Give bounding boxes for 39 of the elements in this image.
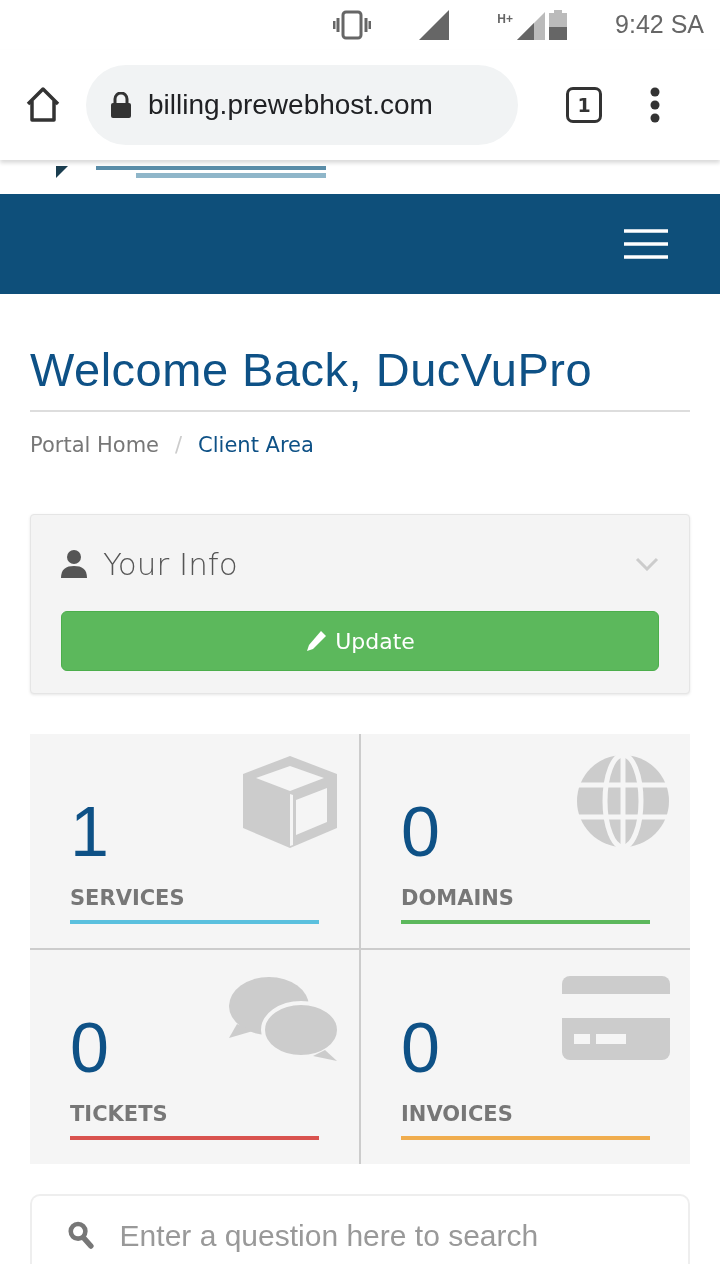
- user-icon: [61, 550, 87, 579]
- credit-card-icon: [562, 976, 670, 1061]
- battery-icon: [549, 10, 568, 40]
- chat-bubbles-icon: [229, 976, 339, 1063]
- tab-count[interactable]: 1: [566, 87, 602, 123]
- url-text: billing.prewebhost.com: [148, 88, 433, 122]
- lock-icon: [110, 92, 132, 118]
- stat-tile[interactable]: 0 INVOICES: [361, 950, 690, 1165]
- signal-icon: [517, 12, 546, 40]
- stat-label: DOMAINS: [401, 884, 515, 912]
- stat-count: 1: [70, 796, 110, 867]
- stat-tile[interactable]: 0 DOMAINS: [361, 734, 690, 949]
- stat-label: SERVICES: [70, 884, 186, 912]
- address-bar[interactable]: billing.prewebhost.com: [86, 65, 518, 145]
- stat-label: INVOICES: [401, 1100, 514, 1128]
- search-icon: [68, 1220, 94, 1251]
- clock-time: 9:42 SA: [615, 9, 704, 41]
- home-icon[interactable]: [24, 86, 62, 124]
- stat-tile[interactable]: 0 TICKETS: [30, 950, 359, 1165]
- pencil-icon: [305, 630, 328, 653]
- breadcrumb-link[interactable]: Portal Home: [30, 430, 160, 462]
- breadcrumb-separator: /: [175, 432, 183, 460]
- box-icon: [241, 754, 339, 851]
- search-box[interactable]: Enter a question here to search: [30, 1194, 690, 1265]
- vibrate-icon: [333, 10, 372, 40]
- more-menu-icon[interactable]: [650, 87, 660, 123]
- network-type: H+: [497, 11, 514, 28]
- search-field[interactable]: Enter a question here to search: [117, 1211, 652, 1259]
- menu-icon[interactable]: [624, 229, 668, 259]
- stat-count: 0: [401, 796, 441, 867]
- stat-count: 0: [70, 1012, 110, 1083]
- stat-count: 0: [401, 1012, 441, 1083]
- signal-icon: [419, 10, 450, 40]
- panel-title: Your Info: [103, 544, 238, 584]
- globe-icon: [576, 754, 670, 849]
- stat-tile[interactable]: 1 SERVICES: [30, 734, 359, 949]
- stat-label: TICKETS: [70, 1100, 169, 1128]
- page-title: Welcome Back, DucVuPro: [30, 342, 690, 413]
- breadcrumb-link[interactable]: Client Area: [198, 430, 314, 462]
